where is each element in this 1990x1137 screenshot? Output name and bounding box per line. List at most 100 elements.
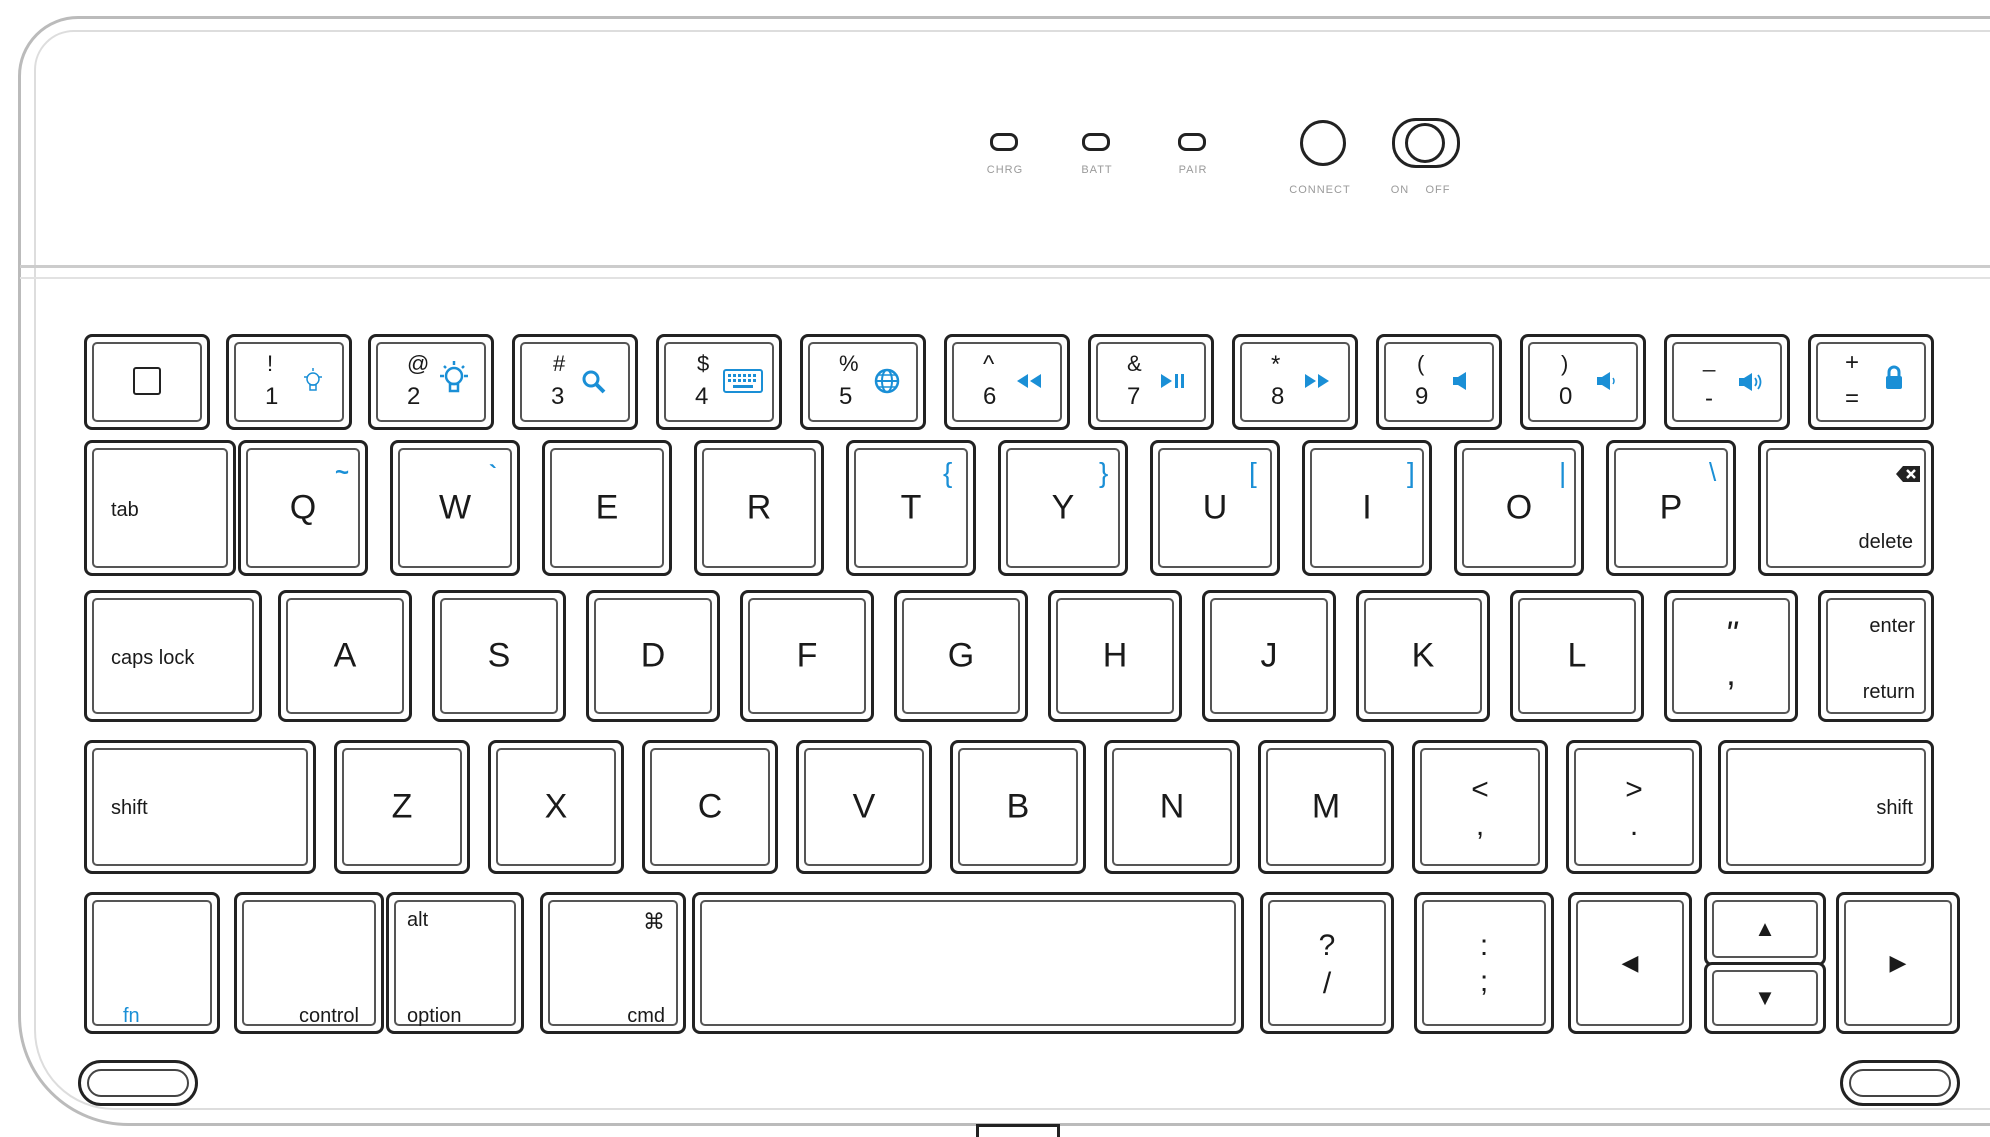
key-a-label: A (333, 636, 357, 675)
key-2[interactable]: @ 2 (368, 334, 494, 430)
key-cmd[interactable]: ⌘ cmd (540, 892, 686, 1034)
key-m[interactable]: M (1258, 740, 1394, 874)
key-comma-top-label: < (1471, 773, 1489, 806)
key-v[interactable]: V (796, 740, 932, 874)
key-6[interactable]: ^ 6 (944, 334, 1070, 430)
key-u[interactable]: U [ (1150, 440, 1280, 576)
key-1-bottom-label: 1 (265, 383, 279, 410)
key-7-top-label: & (1127, 351, 1142, 376)
key-9[interactable]: ( 9 (1376, 334, 1502, 430)
key-f-label: F (796, 636, 818, 675)
key-slash-top-label: ? (1318, 929, 1336, 962)
key-f[interactable]: F (740, 590, 874, 722)
connect-button[interactable] (1300, 120, 1346, 166)
key-plus-bottom-label: = (1845, 385, 1860, 412)
key-j[interactable]: J (1202, 590, 1336, 722)
key-z[interactable]: Z (334, 740, 470, 874)
key-o-label: O (1505, 488, 1533, 527)
usb-port (976, 1124, 1060, 1137)
key-x[interactable]: X (488, 740, 624, 874)
key-o-fn-label: | (1559, 457, 1567, 488)
key-q-label: Q (289, 488, 317, 527)
key-enter[interactable]: enter return (1818, 590, 1934, 722)
key-a[interactable]: A (278, 590, 412, 722)
key-option[interactable]: alt option (386, 892, 524, 1034)
key-c[interactable]: C (642, 740, 778, 874)
key-h[interactable]: H (1048, 590, 1182, 722)
key-quote-bottom-label: , (1726, 655, 1736, 693)
key-shift-left-label: shift (111, 797, 148, 819)
key-caps-lock[interactable]: caps lock (84, 590, 262, 722)
key-r[interactable]: R (694, 440, 824, 576)
key-delete[interactable]: delete (1758, 440, 1934, 576)
key-3-bottom-label: 3 (551, 383, 565, 410)
key-slash[interactable]: ? / (1260, 892, 1394, 1034)
key-control[interactable]: control (234, 892, 384, 1034)
key-shift-right[interactable]: shift (1718, 740, 1934, 874)
key-w-label: W (438, 488, 472, 527)
key-i-fn-label: ] (1407, 457, 1415, 488)
key-p[interactable]: P \ (1606, 440, 1736, 576)
key-period-top-label: > (1625, 773, 1643, 806)
key-t[interactable]: T { (846, 440, 976, 576)
key-caps-lock-label: caps lock (111, 647, 195, 669)
key-minus[interactable]: _ - (1664, 334, 1790, 430)
key-enter-top-label: enter (1869, 615, 1915, 637)
key-k[interactable]: K (1356, 590, 1490, 722)
key-2-bottom-label: 2 (407, 383, 421, 410)
key-period-bottom-label: . (1629, 809, 1639, 842)
key-d[interactable]: D (586, 590, 720, 722)
key-b[interactable]: B (950, 740, 1086, 874)
key-quote[interactable]: " , (1664, 590, 1798, 722)
key-w[interactable]: W ` (390, 440, 520, 576)
key-semicolon[interactable]: : ; (1414, 892, 1554, 1034)
fast-forward-icon (1303, 373, 1331, 389)
key-l[interactable]: L (1510, 590, 1644, 722)
key-space[interactable] (692, 892, 1244, 1034)
key-9-bottom-label: 9 (1415, 383, 1429, 410)
key-home[interactable] (84, 334, 210, 430)
key-i[interactable]: I ] (1302, 440, 1432, 576)
key-m-label: M (1311, 787, 1341, 826)
key-q[interactable]: Q ~ (238, 440, 368, 576)
power-switch-knob (1405, 123, 1445, 163)
key-t-fn-label: { (943, 457, 953, 488)
key-4[interactable]: $ 4 (656, 334, 782, 430)
arrow-left-icon: ◀ (1621, 950, 1639, 975)
key-5-top-label: % (839, 351, 859, 376)
key-y[interactable]: Y } (998, 440, 1128, 576)
key-3[interactable]: # 3 (512, 334, 638, 430)
key-l-label: L (1567, 636, 1587, 675)
key-8[interactable]: * 8 (1232, 334, 1358, 430)
key-g[interactable]: G (894, 590, 1028, 722)
arrow-right-icon: ▶ (1889, 950, 1907, 975)
key-fn[interactable]: fn (84, 892, 220, 1034)
battery-led (1082, 133, 1110, 151)
key-tab[interactable]: tab (84, 440, 236, 576)
key-plus[interactable]: + = (1808, 334, 1934, 430)
key-5[interactable]: % 5 (800, 334, 926, 430)
key-4-top-label: $ (697, 351, 710, 376)
key-comma[interactable]: < , (1412, 740, 1548, 874)
key-arrow-down[interactable]: ▼ (1704, 962, 1826, 1034)
charge-led-label: CHRG (986, 164, 1024, 176)
key-period[interactable]: > . (1566, 740, 1702, 874)
key-s[interactable]: S (432, 590, 566, 722)
key-enter-bottom-label: return (1862, 681, 1915, 703)
key-q-fn-label: ~ (335, 459, 350, 486)
key-arrow-up[interactable]: ▲ (1704, 892, 1826, 966)
key-o[interactable]: O | (1454, 440, 1584, 576)
hinge-divider (20, 265, 1990, 268)
key-arrow-left[interactable]: ◀ (1568, 892, 1692, 1034)
power-switch[interactable] (1392, 118, 1460, 168)
key-shift-left[interactable]: shift (84, 740, 316, 874)
key-arrow-right[interactable]: ▶ (1836, 892, 1960, 1034)
key-4-bottom-label: 4 (695, 383, 709, 410)
key-r-label: R (746, 488, 772, 527)
key-n[interactable]: N (1104, 740, 1240, 874)
key-e[interactable]: E (542, 440, 672, 576)
key-7[interactable]: & 7 (1088, 334, 1214, 430)
key-1[interactable]: ! 1 (226, 334, 352, 430)
key-0[interactable]: ) 0 (1520, 334, 1646, 430)
arrow-down-icon: ▼ (1754, 985, 1776, 1010)
